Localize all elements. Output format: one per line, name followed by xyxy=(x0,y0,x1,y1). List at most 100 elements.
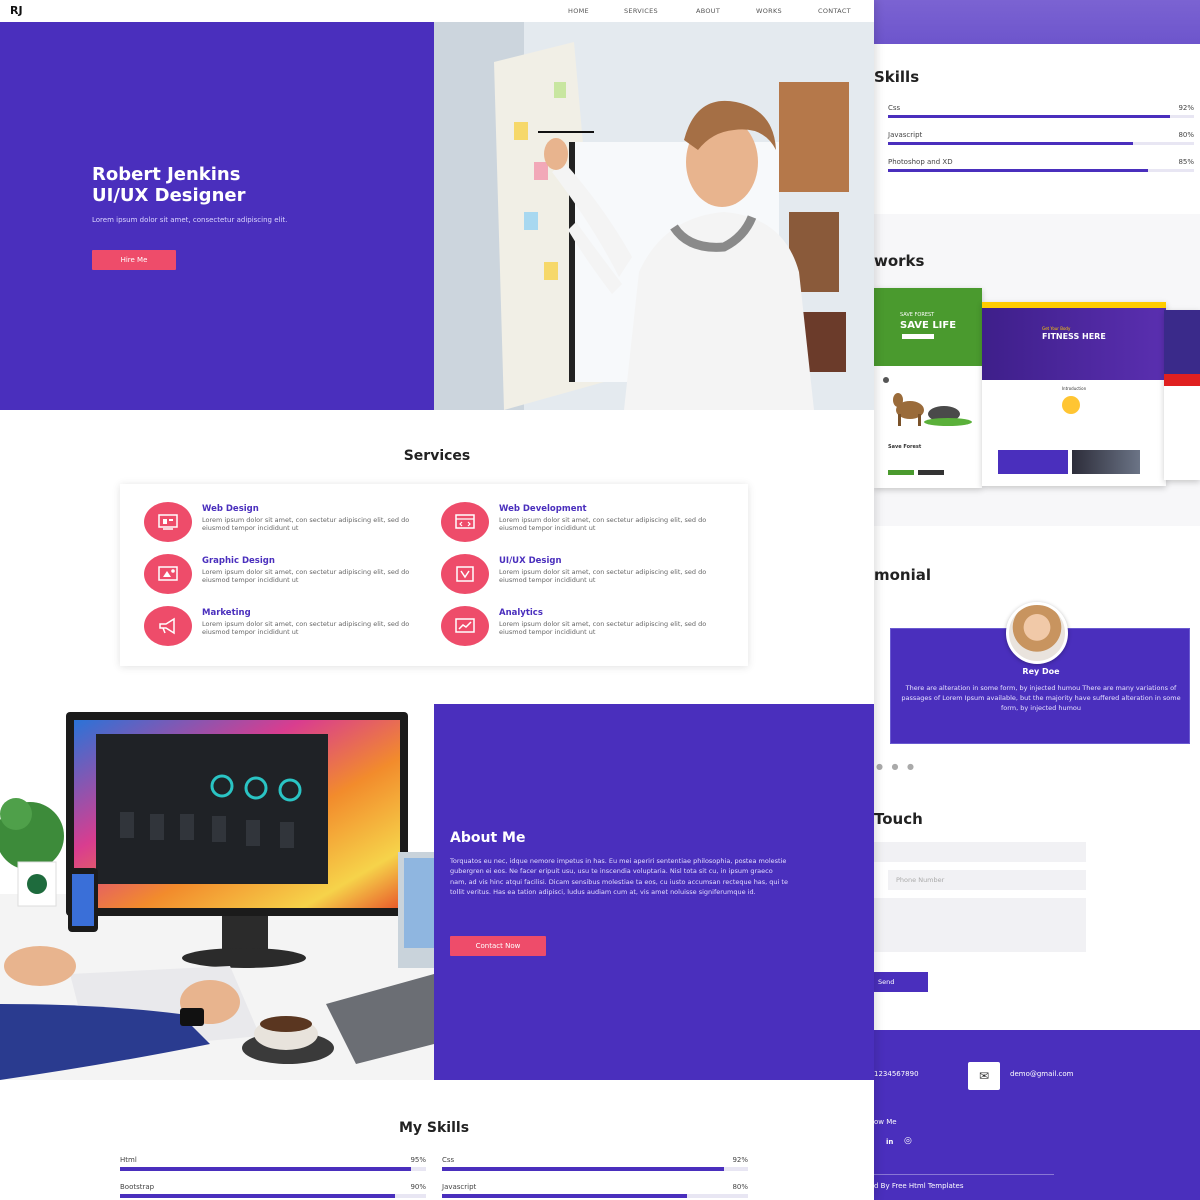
preview-works-title: works xyxy=(874,252,925,270)
preview-contact-section: Touch Phone Number Send xyxy=(874,786,1200,1030)
footer-follow-label: ow Me xyxy=(874,1118,897,1126)
background-page-preview: Skills Css 92% Javascript 80% Photoshop an… xyxy=(874,0,1200,1200)
work-hero-band xyxy=(982,302,1166,380)
testimonial-avatar xyxy=(1006,602,1068,664)
instagram-icon[interactable]: ◎ xyxy=(904,1136,912,1146)
nav-item-works[interactable]: WORKS xyxy=(756,7,782,15)
service-item[interactable]: Analytics Lorem ipsum dolor sit amet, co… xyxy=(441,606,731,650)
footer-email[interactable]: demo@gmail.com xyxy=(1010,1070,1073,1078)
skill-bar-fill xyxy=(888,142,1133,145)
about-title: About Me xyxy=(450,830,526,846)
hero-photo xyxy=(434,22,874,410)
message-textarea[interactable] xyxy=(874,898,1086,952)
skill-bar-track xyxy=(888,169,1194,172)
skill-name: Javascript xyxy=(888,131,923,139)
workspace-photo-illustration xyxy=(0,704,434,1080)
preview-skill-row: Css 92% xyxy=(888,104,1194,118)
skill-percent: 85% xyxy=(1178,158,1194,166)
skill-row: Javascript 80% xyxy=(442,1183,748,1198)
service-item[interactable]: Web Design Lorem ipsum dolor sit amet, c… xyxy=(144,502,434,546)
nav-item-services[interactable]: SERVICES xyxy=(624,7,658,15)
work-footer-button xyxy=(888,470,914,475)
work-heading: FITNESS HERE xyxy=(1042,332,1106,341)
service-item[interactable]: Graphic Design Lorem ipsum dolor sit ame… xyxy=(144,554,434,598)
footer-divider xyxy=(874,1174,1054,1175)
linkedin-icon[interactable]: in xyxy=(886,1138,893,1146)
web-design-icon xyxy=(144,502,192,542)
skill-bar-fill xyxy=(888,169,1149,172)
skill-bar-fill xyxy=(888,115,1170,118)
skill-name: Html xyxy=(120,1156,137,1164)
service-name: Graphic Design xyxy=(202,556,275,566)
testimonial-name: Rey Doe xyxy=(1022,667,1060,676)
hire-me-button[interactable]: Hire Me xyxy=(92,250,176,270)
work-thumbnail-partial[interactable] xyxy=(1164,310,1200,480)
hero-panel: Robert Jenkins UI/UX Designer Lorem ipsu… xyxy=(0,22,434,410)
hero-name: Robert Jenkins UI/UX Designer xyxy=(92,164,245,206)
work-footer-title: Save Forest xyxy=(888,444,922,450)
skill-row: Css 92% xyxy=(442,1156,748,1171)
contact-input[interactable] xyxy=(874,842,1086,862)
skill-percent: 80% xyxy=(1178,131,1194,139)
work-heading: SAVE LIFE xyxy=(900,320,957,331)
work-section-title: Introduction xyxy=(1061,386,1087,391)
phone-input[interactable]: Phone Number xyxy=(888,870,1086,890)
about-text: Torquatos eu nec, idque nemore impetus i… xyxy=(450,857,788,897)
footer-credit: d By Free Html Templates xyxy=(874,1182,964,1190)
mail-icon: ✉ xyxy=(968,1062,1000,1090)
screenshot-collage: Skills Css 92% Javascript 80% Photoshop an… xyxy=(0,0,1200,1200)
service-name: Analytics xyxy=(499,608,543,618)
preview-skill-row: Photoshop and XD 85% xyxy=(888,158,1194,172)
service-item[interactable]: Marketing Lorem ipsum dolor sit amet, co… xyxy=(144,606,434,650)
nav-item-contact[interactable]: CONTACT xyxy=(818,7,851,15)
web-development-icon xyxy=(441,502,489,542)
front-page-preview: RJ HOME SERVICES ABOUT WORKS CONTACT Rob… xyxy=(0,0,874,1200)
send-button[interactable]: Send xyxy=(874,972,928,992)
work-thumbnail-save-forest[interactable]: SAVE FOREST SAVE LIFE Save Forest xyxy=(874,288,982,488)
hero-description: Lorem ipsum dolor sit amet, consectetur … xyxy=(92,216,288,224)
nav-item-home[interactable]: HOME xyxy=(568,7,589,15)
skill-bar-track xyxy=(888,115,1194,118)
logo[interactable]: RJ xyxy=(10,4,23,17)
analytics-icon xyxy=(441,606,489,646)
service-description: Lorem ipsum dolor sit amet, con sectetur… xyxy=(202,516,410,532)
service-item[interactable]: Web Development Lorem ipsum dolor sit am… xyxy=(441,502,731,546)
service-name: UI/UX Design xyxy=(499,556,562,566)
hero-name-line: Robert Jenkins xyxy=(92,164,241,185)
work-footer-button xyxy=(918,470,944,475)
skill-bar-track xyxy=(442,1194,748,1198)
about-section: About Me Torquatos eu nec, idque nemore … xyxy=(434,704,874,1080)
phone-placeholder: Phone Number xyxy=(896,876,945,884)
contact-now-button[interactable]: Contact Now xyxy=(450,936,546,956)
preview-footer: 1234567890 ✉ demo@gmail.com ow Me in ◎ d… xyxy=(874,1030,1200,1200)
preview-topbar xyxy=(874,0,1200,44)
skills-title: My Skills xyxy=(398,1120,470,1136)
service-name: Web Design xyxy=(202,504,259,514)
uiux-design-icon xyxy=(441,554,489,594)
preview-skill-row: Javascript 80% xyxy=(888,131,1194,145)
skill-name: Photoshop and XD xyxy=(888,158,953,166)
services-title: Services xyxy=(403,448,471,464)
megaphone-icon xyxy=(144,606,192,646)
work-image xyxy=(998,450,1068,474)
preview-testimonial-section: monial Rey Doe There are alteration in s… xyxy=(874,526,1200,786)
skill-name: Css xyxy=(442,1156,455,1164)
work-subtitle: Get Your Body xyxy=(1042,326,1071,331)
nav-item-about[interactable]: ABOUT xyxy=(696,7,720,15)
carousel-dots[interactable]: ● ● ● xyxy=(876,762,917,771)
service-name: Web Development xyxy=(499,504,587,514)
navbar: RJ HOME SERVICES ABOUT WORKS CONTACT xyxy=(0,0,874,22)
work-thumbnail-fitness[interactable]: Get Your Body FITNESS HERE Introduction xyxy=(982,302,1166,486)
hero-section: Robert Jenkins UI/UX Designer Lorem ipsu… xyxy=(0,22,874,410)
work-top-stripe xyxy=(982,302,1166,308)
work-image xyxy=(1072,450,1140,474)
service-item[interactable]: UI/UX Design Lorem ipsum dolor sit amet,… xyxy=(441,554,731,598)
footer-phone: 1234567890 xyxy=(874,1070,919,1078)
service-description: Lorem ipsum dolor sit amet, con sectetur… xyxy=(202,568,410,584)
skill-percent: 90% xyxy=(410,1183,426,1191)
service-description: Lorem ipsum dolor sit amet, con sectetur… xyxy=(499,516,707,532)
preview-contact-title: Touch xyxy=(874,810,923,828)
skill-bar-track xyxy=(442,1167,748,1171)
service-description: Lorem ipsum dolor sit amet, con sectetur… xyxy=(202,620,410,636)
preview-skills-title: Skills xyxy=(874,68,920,86)
